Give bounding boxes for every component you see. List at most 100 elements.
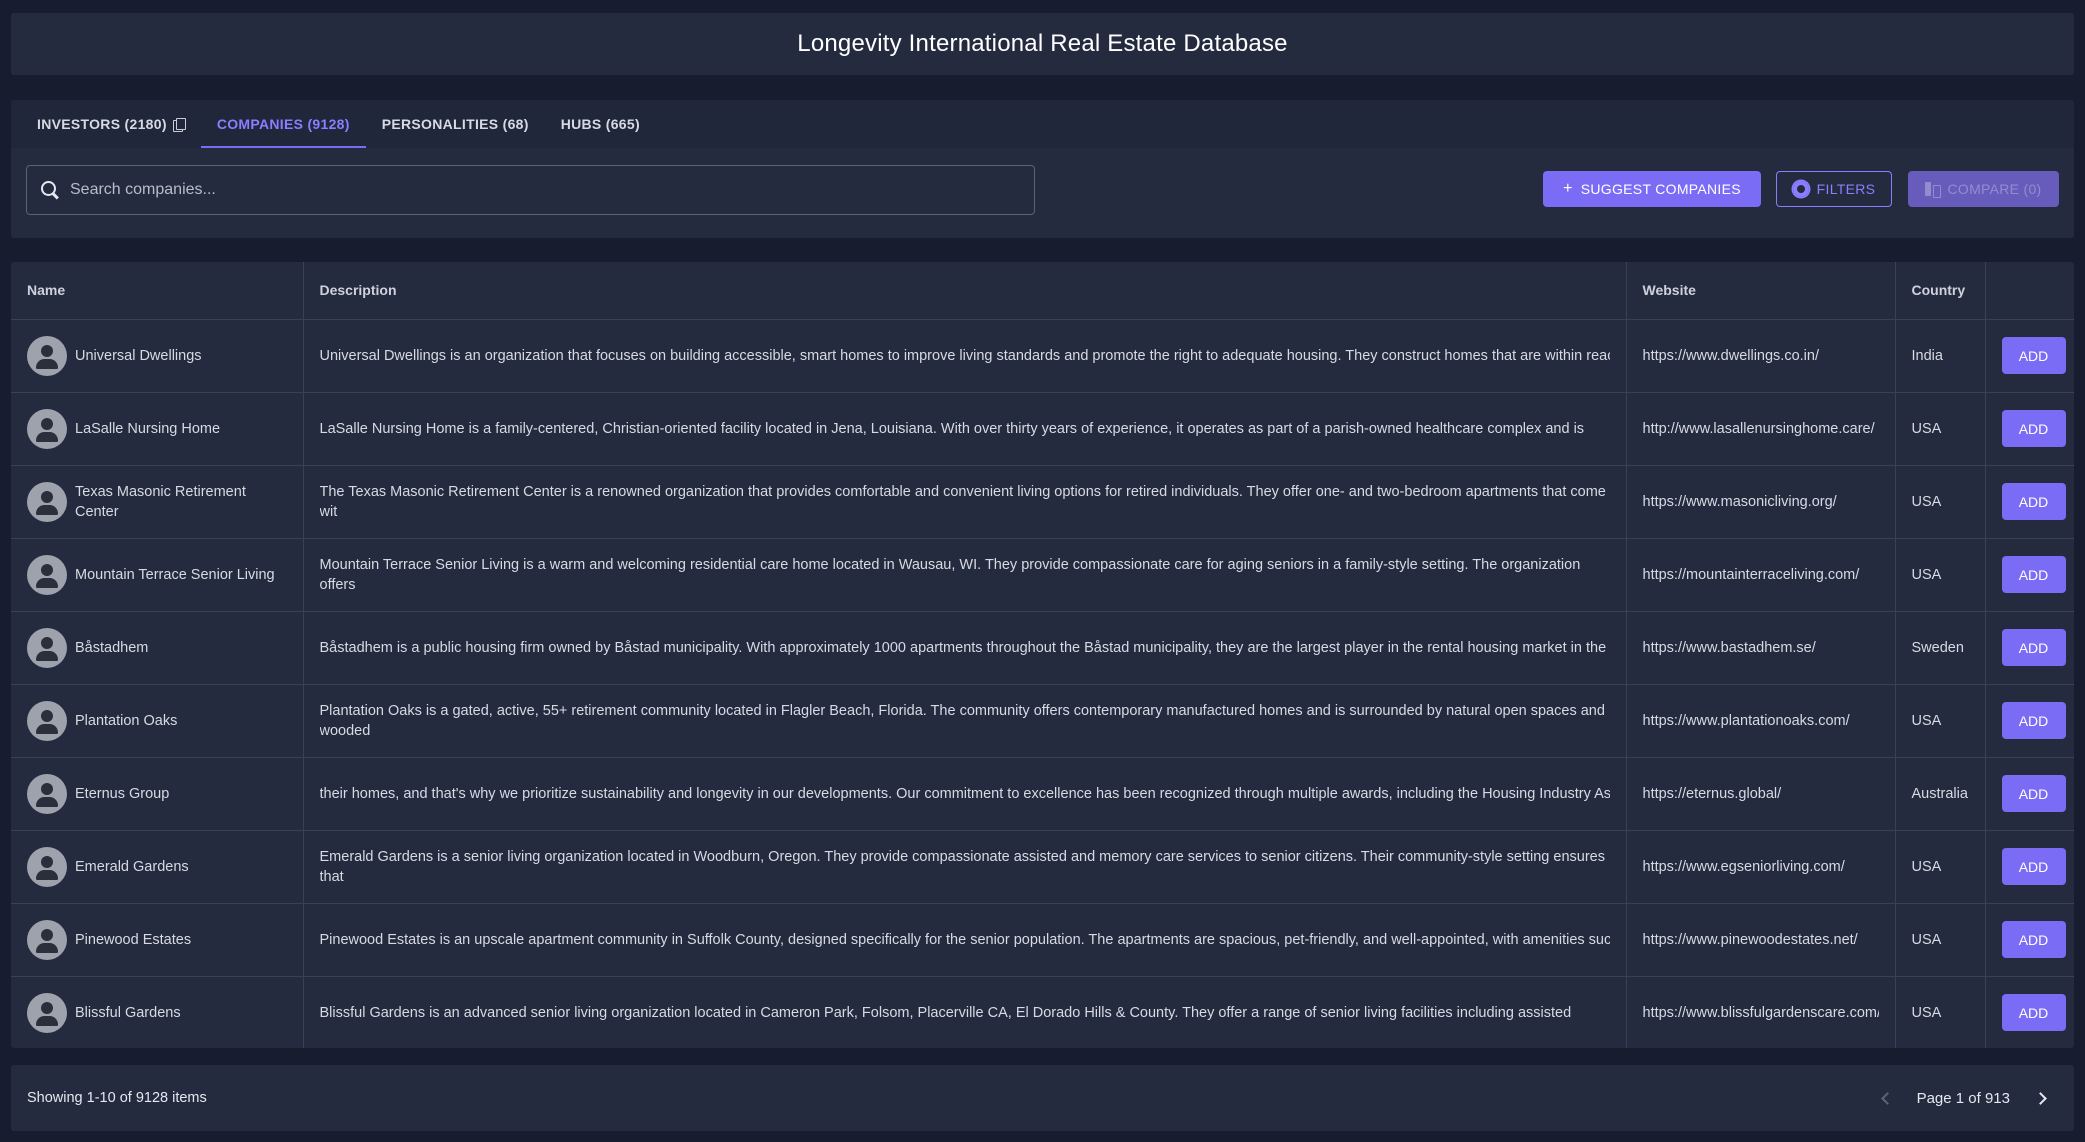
tab-companies-label: COMPANIES (9128): [216, 116, 350, 132]
tab-personalities-label: PERSONALITIES (68): [381, 116, 529, 132]
tab-investors-label: INVESTORS (2180): [37, 116, 167, 132]
avatar: [27, 408, 67, 449]
company-country: USA: [1895, 684, 1986, 758]
company-description: Universal Dwellings is an organization t…: [319, 347, 1610, 364]
add-button[interactable]: ADD: [2001, 483, 2066, 520]
table-row[interactable]: Universal Dwellings Universal Dwellings …: [11, 319, 2074, 393]
avatar: [27, 992, 67, 1033]
company-description: Mountain Terrace Senior Living is a warm…: [319, 556, 1581, 593]
chevron-right-icon[interactable]: [2032, 1088, 2052, 1108]
tab-investors[interactable]: INVESTORS (2180): [27, 100, 201, 148]
company-name: Båstadhem: [75, 639, 149, 656]
gear-icon: [1792, 181, 1809, 197]
add-button[interactable]: ADD: [2001, 775, 2066, 812]
add-button[interactable]: ADD: [2001, 556, 2066, 593]
company-website[interactable]: https://www.plantationoaks.com/: [1643, 711, 1879, 731]
suggest-companies-button[interactable]: + SUGGEST COMPANIES: [1543, 171, 1761, 207]
add-button[interactable]: ADD: [2001, 629, 2066, 666]
control-panel: INVESTORS (2180) COMPANIES (9128) PERSON…: [11, 100, 2074, 238]
company-name: LaSalle Nursing Home: [75, 420, 221, 437]
search-icon: [40, 180, 60, 200]
table-row[interactable]: Mountain Terrace Senior Living Mountain …: [11, 538, 2074, 612]
company-description: Blissful Gardens is an advanced senior l…: [319, 1004, 1572, 1021]
compare-icon: [1925, 182, 1942, 198]
search-box: [26, 165, 1035, 215]
table-row[interactable]: Plantation Oaks Plantation Oaks is a gat…: [11, 684, 2074, 758]
column-header-description[interactable]: Description: [303, 262, 1627, 320]
add-button[interactable]: ADD: [2001, 337, 2066, 374]
company-website[interactable]: https://www.pinewoodestates.net/: [1643, 930, 1879, 950]
company-website[interactable]: https://eternus.global/: [1643, 784, 1879, 804]
tab-personalities[interactable]: PERSONALITIES (68): [366, 100, 545, 148]
add-button[interactable]: ADD: [2001, 994, 2066, 1032]
company-description: Plantation Oaks is a gated, active, 55+ …: [319, 702, 1605, 739]
table-row[interactable]: Eternus Group their homes, and that's wh…: [11, 757, 2074, 831]
filters-button[interactable]: FILTERS: [1776, 171, 1892, 207]
company-country: USA: [1895, 903, 1986, 977]
company-website[interactable]: https://www.egseniorliving.com/: [1643, 857, 1879, 877]
column-header-country[interactable]: Country: [1895, 262, 1986, 320]
table-row[interactable]: LaSalle Nursing Home LaSalle Nursing Hom…: [11, 392, 2074, 466]
table-row[interactable]: Båstadhem Båstadhem is a public housing …: [11, 611, 2074, 685]
avatar: [27, 700, 67, 741]
company-name: Blissful Gardens: [75, 1004, 181, 1021]
company-name: Eternus Group: [75, 785, 170, 802]
copy-icon[interactable]: [172, 117, 186, 132]
pagination: Page 1 of 913: [1875, 1088, 2052, 1108]
company-country: USA: [1895, 538, 1986, 612]
search-input[interactable]: [60, 166, 1034, 214]
column-header-name[interactable]: Name: [11, 262, 304, 320]
pagination-footer: Showing 1-10 of 9128 items Page 1 of 913: [11, 1065, 2074, 1131]
company-website[interactable]: https://www.dwellings.co.in/: [1643, 346, 1879, 366]
company-country: USA: [1895, 976, 1986, 1048]
tab-companies[interactable]: COMPANIES (9128): [200, 100, 366, 148]
page-indicator: Page 1 of 913: [1916, 1089, 2010, 1107]
tab-bar: INVESTORS (2180) COMPANIES (9128) PERSON…: [11, 100, 2074, 148]
company-name: Texas Masonic Retirement Center: [75, 483, 246, 520]
compare-label: COMPARE (0): [1947, 181, 2042, 197]
company-name: Plantation Oaks: [75, 712, 178, 729]
add-button[interactable]: ADD: [2001, 921, 2066, 958]
company-description: The Texas Masonic Retirement Center is a…: [319, 483, 1606, 520]
plus-icon: +: [1563, 180, 1573, 197]
company-website[interactable]: https://mountainterraceliving.com/: [1643, 565, 1879, 585]
chevron-left-icon[interactable]: [1875, 1088, 1895, 1108]
company-name: Mountain Terrace Senior Living: [75, 566, 275, 583]
company-website[interactable]: https://www.blissfulgardenscare.com/: [1643, 1003, 1879, 1023]
table-header-row: Name Description Website Country: [11, 262, 2074, 320]
add-button[interactable]: ADD: [2001, 410, 2066, 447]
company-country: Australia: [1895, 757, 1986, 831]
tab-hubs[interactable]: HUBS (665): [545, 100, 656, 148]
company-country: USA: [1895, 465, 1986, 539]
company-description: their homes, and that's why we prioritiz…: [319, 785, 1610, 802]
company-description: Pinewood Estates is an upscale apartment…: [319, 931, 1610, 948]
avatar: [27, 554, 67, 595]
company-website[interactable]: https://www.masonicliving.org/: [1643, 492, 1879, 512]
company-country: India: [1895, 319, 1986, 393]
items-count: Showing 1-10 of 9128 items: [27, 1090, 207, 1106]
table-row[interactable]: Emerald Gardens Emerald Gardens is a sen…: [11, 830, 2074, 904]
avatar: [27, 846, 67, 887]
add-button[interactable]: ADD: [2001, 702, 2066, 739]
company-country: Sweden: [1895, 611, 1986, 685]
company-website[interactable]: https://www.bastadhem.se/: [1643, 638, 1879, 658]
column-header-website[interactable]: Website: [1626, 262, 1896, 320]
company-name: Pinewood Estates: [75, 931, 192, 948]
company-website[interactable]: http://www.lasallenursinghome.care/: [1643, 419, 1879, 439]
add-button[interactable]: ADD: [2001, 848, 2066, 885]
tab-hubs-label: HUBS (665): [560, 116, 640, 132]
compare-button[interactable]: COMPARE (0): [1908, 171, 2059, 207]
company-name: Universal Dwellings: [75, 347, 202, 364]
company-description: Emerald Gardens is a senior living organ…: [319, 848, 1605, 885]
table-row[interactable]: Texas Masonic Retirement Center The Texa…: [11, 465, 2074, 539]
company-description: Båstadhem is a public housing firm owned…: [319, 639, 1607, 656]
table-row[interactable]: Pinewood Estates Pinewood Estates is an …: [11, 903, 2074, 977]
column-header-actions: [1985, 262, 2074, 320]
companies-table: Name Description Website Country Univers…: [11, 262, 2074, 1048]
avatar: [27, 481, 67, 522]
table-row[interactable]: Blissful Gardens Blissful Gardens is an …: [11, 976, 2074, 1048]
avatar: [27, 627, 67, 668]
company-country: USA: [1895, 830, 1986, 904]
app-header: Longevity International Real Estate Data…: [11, 13, 2074, 75]
avatar: [27, 335, 67, 376]
